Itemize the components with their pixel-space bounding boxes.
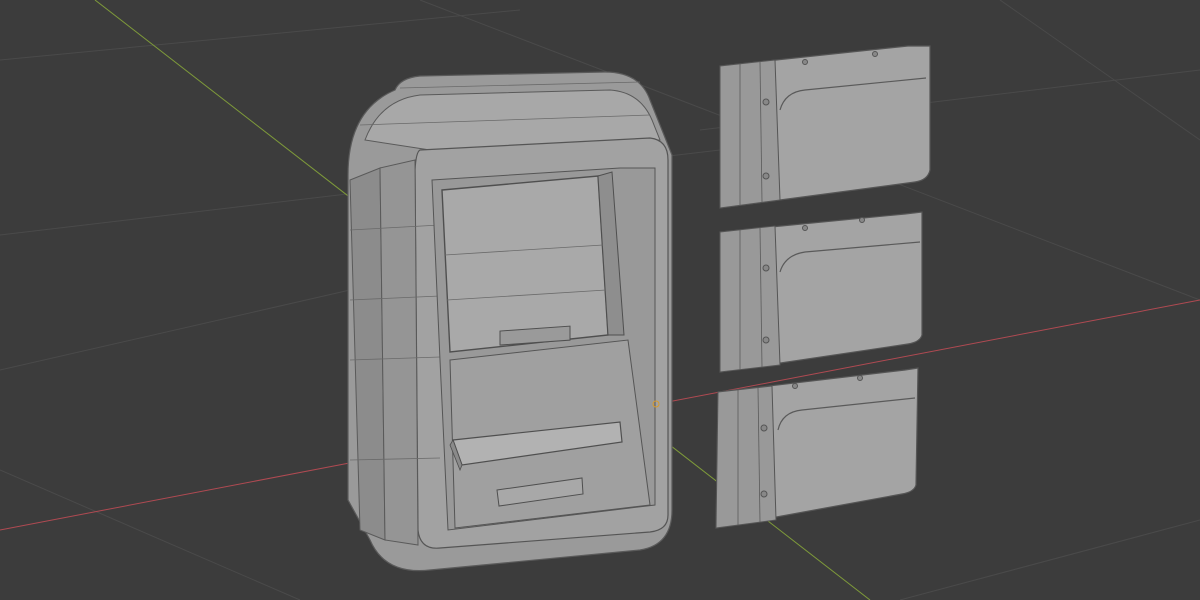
3d-viewport[interactable] (0, 0, 1200, 600)
wall-panel-2[interactable] (719, 211, 923, 373)
wall-panel-1[interactable] (719, 45, 931, 209)
atm-left-inner-side (379, 159, 419, 546)
atm-kiosk-mesh[interactable] (347, 71, 673, 572)
atm-screen (441, 175, 609, 353)
wall-panel-3[interactable] (715, 367, 919, 529)
viewport-canvas[interactable] (0, 0, 1200, 600)
